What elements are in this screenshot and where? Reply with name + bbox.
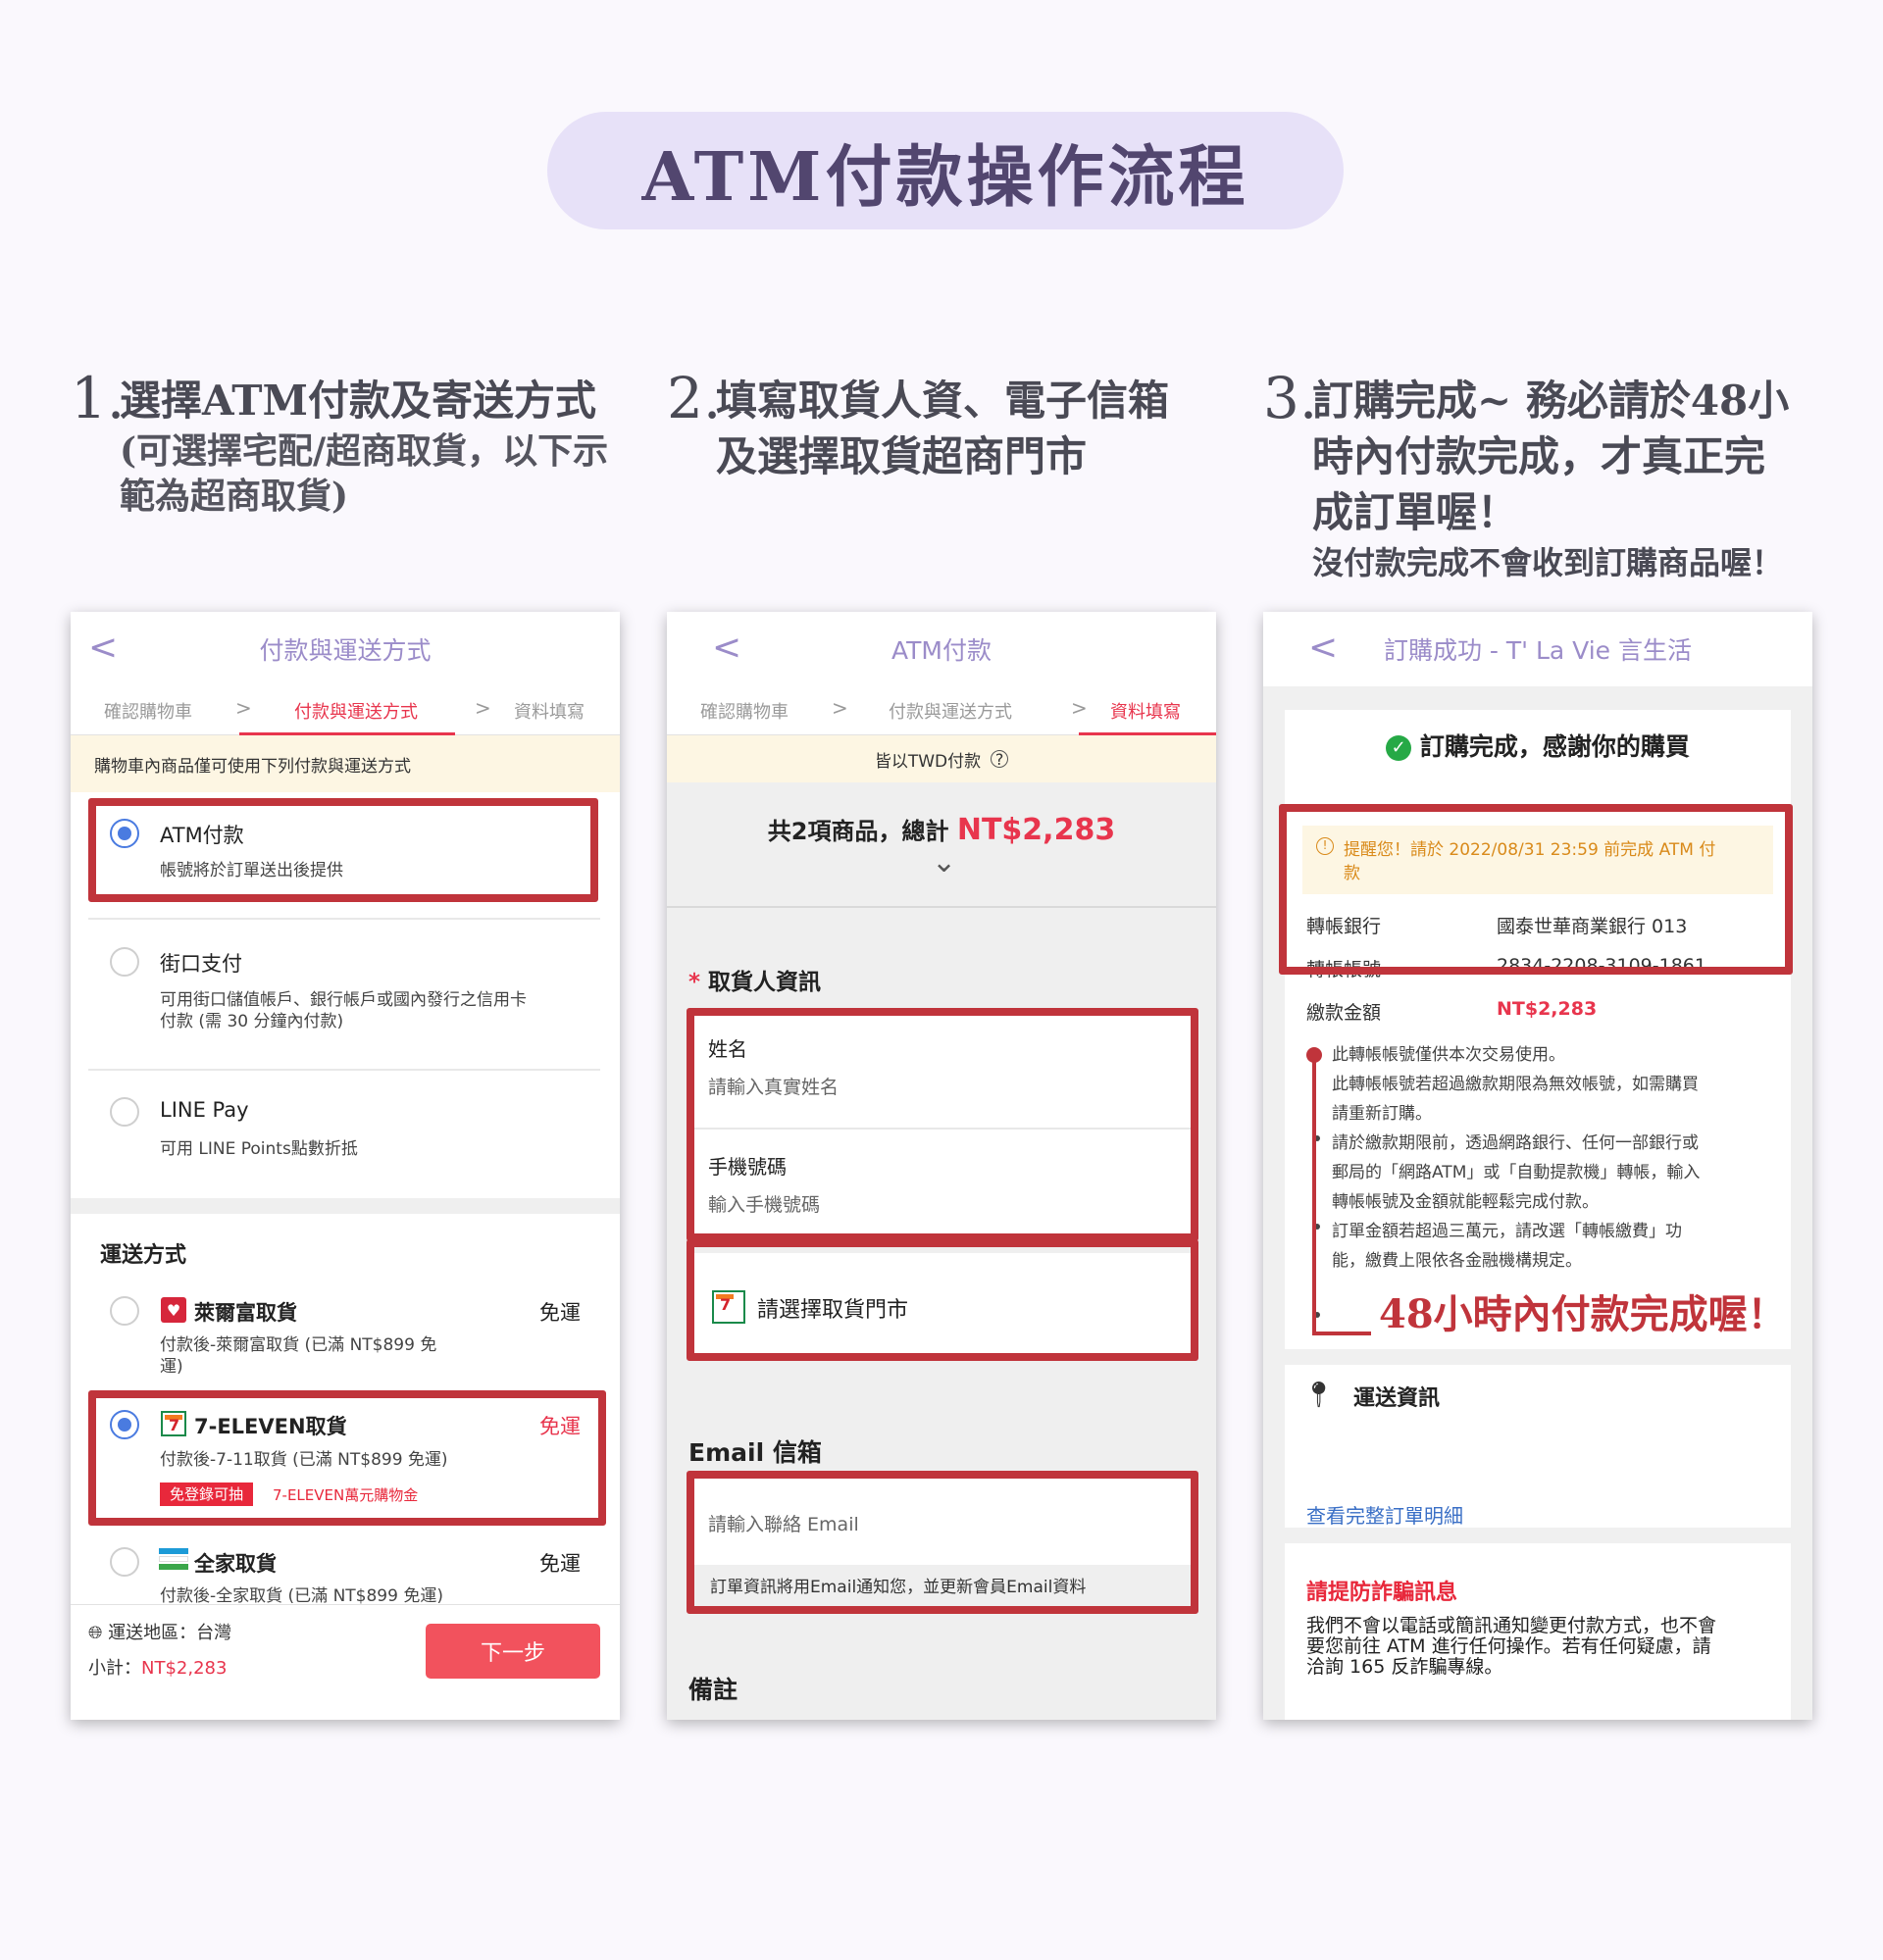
payment-jkopay-desc2: 付款 (需 30 分鐘內付款)	[160, 1012, 344, 1031]
crumb-payment[interactable]: 付款與運送方式	[889, 698, 1012, 724]
shipping-hilife-desc: 付款後-萊爾富取貨 (已滿 NT$899 免	[160, 1335, 437, 1355]
order-summary: 共2項商品，總計 NT$2,283	[767, 813, 1116, 847]
step-1-heading: 1. 選擇ATM付款及寄送方式 (可選擇宅配/超商取貨，以下示 範為超商取貨)	[71, 365, 609, 517]
memo-title: 備註	[688, 1676, 738, 1704]
screen-order-success: < 訂購成功 - T' La Vie 言生活 ✓ 訂購完成，感謝你的購買 ! 提…	[1263, 612, 1812, 1720]
fraud-warning-card: 請提防詐騙訊息 我們不會以電話或簡訊通知變更付款方式，也不會 要您前往 ATM …	[1285, 1543, 1791, 1720]
shipping-hilife-fee: 免運	[539, 1301, 581, 1325]
step-3-heading: 3. 訂購完成~ 務必請於48小 時內付款完成，才真正完 成訂單喔！ 沒付款完成…	[1263, 365, 1790, 581]
header-title: ATM付款	[891, 636, 992, 665]
screen-payment-shipping: < 付款與運送方式 確認購物車 > 付款與運送方式 > 資料填寫 購物車內商品僅…	[71, 612, 620, 1720]
shipping-hilife-desc2: 運)	[160, 1357, 183, 1377]
crumb-payment[interactable]: 付款與運送方式	[294, 698, 418, 724]
shipping-familymart-label: 全家取貨	[194, 1552, 277, 1576]
back-icon[interactable]: <	[712, 628, 741, 668]
shipping-familymart-fee: 免運	[539, 1552, 581, 1576]
annotation-line	[1312, 1332, 1371, 1335]
back-icon[interactable]: <	[88, 628, 118, 668]
note-line: 轉帳帳號及金額就能輕鬆完成付款。	[1332, 1192, 1599, 1212]
payment-linepay-label: LINE Pay	[160, 1098, 249, 1122]
chevron-right-icon: >	[235, 696, 252, 720]
crumb-info[interactable]: 資料填寫	[514, 698, 585, 724]
progress-steps: 確認購物車 > 付款與運送方式 > 資料填寫	[71, 686, 620, 735]
crumb-cart[interactable]: 確認購物車	[104, 698, 192, 724]
title-pill: ATM付款操作流程	[547, 112, 1344, 229]
app-header: < ATM付款	[667, 612, 1216, 686]
amount-value: NT$2,283	[1497, 998, 1598, 1020]
check-circle-icon: ✓	[1386, 735, 1412, 761]
shipping-hilife-label: 萊爾富取貨	[194, 1301, 297, 1325]
payment-jkopay-desc: 可用街口儲值帳戶、銀行帳戶或國內發行之信用卡	[160, 990, 527, 1010]
crumb-cart[interactable]: 確認購物車	[700, 698, 789, 724]
next-step-button[interactable]: 下一步	[426, 1624, 600, 1679]
note-line: 此轉帳帳號若超過繳款期限為無效帳號，如需購買	[1332, 1075, 1699, 1094]
familymart-logo-icon	[159, 1548, 188, 1574]
back-icon[interactable]: <	[1308, 628, 1338, 668]
step-2-heading: 2. 填寫取貨人資、電子信箱 及選擇取貨超商門市	[667, 365, 1170, 480]
annotation-line	[1312, 1055, 1316, 1335]
fraud-title: 請提防詐騙訊息	[1306, 1581, 1458, 1605]
order-detail-link[interactable]: 查看完整訂單明細	[1306, 1500, 1463, 1529]
note-line: 請於繳款期限前，透過網路銀行、任何一部銀行或	[1332, 1133, 1699, 1153]
highlight-box-atm	[88, 798, 598, 902]
crumb-info[interactable]: 資料填寫	[1110, 698, 1181, 724]
chevron-right-icon: >	[475, 696, 491, 720]
highlight-box-store	[687, 1239, 1198, 1361]
shipping-title: 運送方式	[100, 1243, 187, 1268]
account-notes: 此轉帳帳號僅供本次交易使用。 此轉帳帳號若超過繳款期限為無效帳號，如需購買 請重…	[1332, 1040, 1763, 1276]
globe-icon: 🌐︎	[88, 1623, 103, 1643]
payment-deadline-annotation: 48小時內付款完成喔！	[1379, 1291, 1787, 1337]
header-title: 訂購成功 - T' La Vie 言生活	[1383, 636, 1693, 665]
shipping-info-title: 運送資訊	[1353, 1386, 1441, 1411]
fraud-text: 我們不會以電話或簡訊通知變更付款方式，也不會 要您前往 ATM 進行任何操作。若…	[1306, 1615, 1717, 1678]
hilife-logo-icon: ♥	[161, 1297, 186, 1323]
payment-jkopay-label: 街口支付	[160, 952, 242, 976]
highlight-box-bank	[1279, 804, 1793, 975]
receiver-title: * 取貨人資訊	[688, 970, 822, 995]
shipping-region: 🌐︎ 運送地區：台灣	[88, 1623, 232, 1643]
screen-atm-form: < ATM付款 確認購物車 > 付款與運送方式 > 資料填寫 皆以TWD付款 ?…	[667, 612, 1216, 1720]
help-icon[interactable]: ?	[991, 750, 1009, 769]
notice-bar: 購物車內商品僅可使用下列付款與運送方式	[71, 735, 620, 792]
app-header: < 訂購成功 - T' La Vie 言生活	[1263, 612, 1812, 686]
radio-jkopay[interactable]	[110, 947, 139, 977]
note-line: 能，繳費上限依各金融機構規定。	[1332, 1251, 1582, 1271]
note-line: 請重新訂購。	[1332, 1104, 1432, 1124]
radio-hilife[interactable]	[110, 1296, 139, 1326]
amount-label: 繳款金額	[1306, 1002, 1382, 1024]
email-title: Email 信箱	[688, 1438, 822, 1467]
chevron-right-icon: >	[1071, 696, 1088, 720]
highlight-box-receiver	[687, 1008, 1198, 1241]
progress-steps: 確認購物車 > 付款與運送方式 > 資料填寫	[667, 686, 1216, 735]
section-gap	[71, 1198, 620, 1214]
chevron-down-icon[interactable]: ⌄	[932, 845, 956, 879]
app-header: < 付款與運送方式	[71, 612, 620, 686]
order-done-message: ✓ 訂購完成，感謝你的購買	[1263, 728, 1812, 763]
chevron-right-icon: >	[832, 696, 848, 720]
header-title: 付款與運送方式	[259, 636, 432, 665]
location-pin-icon: 📍︎	[1302, 1381, 1336, 1410]
page-title: ATM付款操作流程	[641, 137, 1249, 217]
radio-linepay[interactable]	[110, 1097, 139, 1127]
payment-linepay-desc: 可用 LINE Points點數折抵	[160, 1139, 358, 1159]
radio-familymart[interactable]	[110, 1547, 139, 1577]
note-line: 郵局的「網路ATM」或「自動提款機」轉帳，輸入	[1332, 1163, 1701, 1182]
currency-notice: 皆以TWD付款 ?	[667, 735, 1216, 782]
note-line: 訂單金額若超過三萬元，請改選「轉帳繳費」功	[1332, 1222, 1682, 1241]
note-line: 此轉帳帳號僅供本次交易使用。	[1332, 1045, 1565, 1065]
subtotal: 小計：NT$2,283	[88, 1658, 228, 1679]
highlight-box-seven	[88, 1390, 606, 1526]
highlight-box-email	[687, 1471, 1198, 1614]
